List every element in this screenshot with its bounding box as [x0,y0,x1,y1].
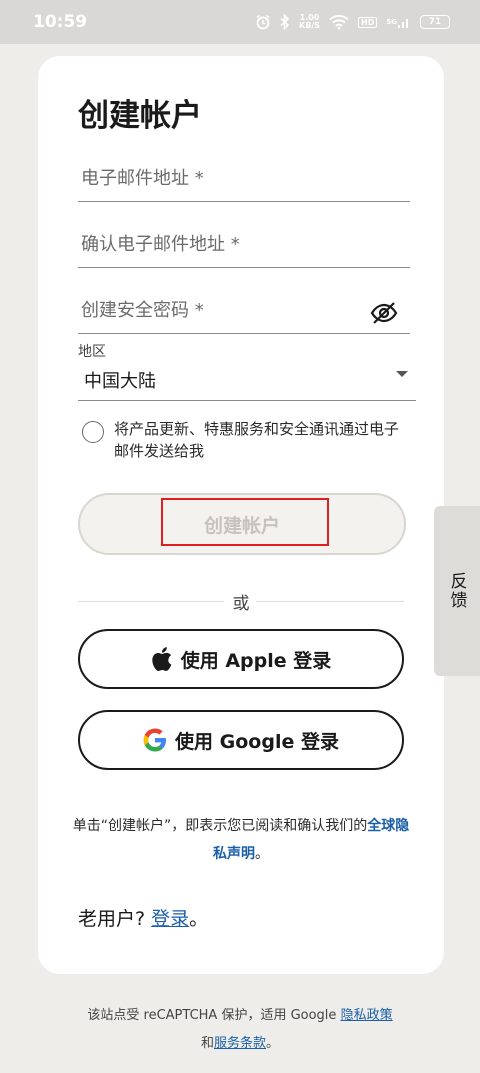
highlight-box [161,498,329,546]
apple-signin-button[interactable]: 使用 Apple 登录 [78,629,404,689]
signup-card: 创建帐户 电子邮件地址 * 确认电子邮件地址 * 创建安全密码 * 地区 中国大… [38,56,444,974]
legal-prefix: 单击“创建帐户”，即表示您已阅读和确认我们的 [72,818,368,834]
net-speed-unit: KB/S [299,21,321,30]
returning-user: 老用户? 登录。 [78,904,208,931]
network-speed: 1.00 KB/S [299,14,320,30]
returning-suffix: 。 [189,908,209,930]
recaptcha-footer: 该站点受 reCAPTCHA 保护，适用 Google 隐私政策 和服务条款。 [40,1002,440,1058]
status-icons: 1.00 KB/S HD 5G 71 [255,14,450,30]
battery-icon: 71 [420,15,450,29]
apple-signin-label: 使用 Apple 登录 [180,649,332,672]
footer-prefix: 该站点受 reCAPTCHA 保护，适用 Google [87,1008,337,1023]
status-time: 10:59 [33,12,88,32]
email-field[interactable]: 电子邮件地址 * [78,156,410,202]
chevron-down-icon [396,371,408,377]
confirm-email-field[interactable]: 确认电子邮件地址 * [78,222,410,268]
feedback-label: 反馈 [446,572,467,610]
signal-icon: 5G [386,15,411,29]
feedback-tab[interactable]: 反馈 [434,506,480,676]
google-icon [143,728,167,752]
region-select[interactable]: 地区 中国大陆 [78,339,416,401]
google-signin-button[interactable]: 使用 Google 登录 [78,710,404,770]
divider-text: 或 [232,594,250,614]
password-placeholder: 创建安全密码 * [81,300,204,321]
bluetooth-icon [280,14,290,30]
page-title: 创建帐户 [78,98,202,134]
status-bar: 10:59 1.00 KB/S HD 5G 71 [0,0,480,44]
or-divider: 或 [78,589,404,614]
consent-checkbox[interactable] [82,421,104,443]
signal-label: 5G [386,18,397,26]
legal-notice: 单击“创建帐户”，即表示您已阅读和确认我们的全球隐私声明。 [68,812,414,868]
consent-text: 将产品更新、特惠服务和安全通讯通过电子邮件发送给我 [114,420,400,460]
eye-slash-icon[interactable] [370,301,398,325]
email-placeholder: 电子邮件地址 * [81,168,204,189]
legal-suffix: 。 [255,846,269,862]
region-label: 地区 [78,344,106,360]
region-value: 中国大陆 [84,371,156,392]
footer-and: 和 [200,1036,214,1051]
apple-icon [152,647,172,672]
google-signin-label: 使用 Google 登录 [175,730,339,753]
marketing-consent: 将产品更新、特惠服务和安全通讯通过电子邮件发送给我 [82,418,412,462]
wifi-icon [329,14,349,30]
alarm-icon [255,14,271,30]
confirm-email-placeholder: 确认电子邮件地址 * [81,234,240,255]
privacy-policy-link[interactable]: 隐私政策 [341,1008,393,1023]
returning-prefix: 老用户? [78,908,146,930]
hd-badge: HD [358,16,378,28]
signin-link[interactable]: 登录 [151,908,189,930]
terms-of-service-link[interactable]: 服务条款 [214,1036,266,1051]
footer-suffix: 。 [266,1036,280,1051]
password-field[interactable]: 创建安全密码 * [78,288,410,334]
